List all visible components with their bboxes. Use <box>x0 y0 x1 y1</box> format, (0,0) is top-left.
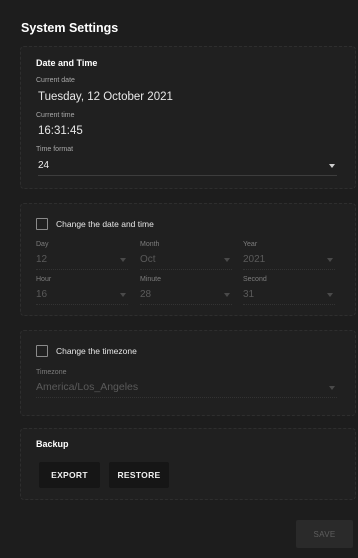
second-select[interactable]: 31 <box>243 286 335 305</box>
restore-button[interactable]: RESTORE <box>109 462 169 488</box>
second-label: Second <box>243 276 267 283</box>
checkbox-unchecked-icon[interactable] <box>36 218 48 230</box>
year-value: 2021 <box>243 254 266 265</box>
current-date-label: Current date <box>36 77 75 84</box>
caret-down-icon <box>120 293 126 297</box>
caret-down-icon <box>120 258 126 262</box>
second-value: 31 <box>243 289 255 300</box>
change-date-checkbox-label: Change the date and time <box>56 219 154 229</box>
hour-label: Hour <box>36 276 52 283</box>
time-format-select[interactable]: 24 <box>38 157 337 176</box>
date-time-card: Date and Time Current date Tuesday, 12 O… <box>20 46 356 189</box>
change-date-card: Change the date and time Day Month Year … <box>20 203 356 316</box>
hour-value: 16 <box>36 289 48 300</box>
caret-down-icon <box>329 164 335 168</box>
save-button[interactable]: SAVE <box>296 520 353 548</box>
timezone-select[interactable]: America/Los_Angeles <box>36 379 337 398</box>
time-format-label: Time format <box>36 146 74 153</box>
caret-down-icon <box>224 293 230 297</box>
year-label: Year <box>243 241 258 248</box>
time-format-value: 24 <box>38 160 50 171</box>
day-value: 12 <box>36 254 48 265</box>
backup-title: Backup <box>36 439 69 449</box>
checkbox-unchecked-icon[interactable] <box>36 345 48 357</box>
caret-down-icon <box>327 258 333 262</box>
change-date-checkbox-row[interactable]: Change the date and time <box>36 218 154 230</box>
minute-label: Minute <box>140 276 162 283</box>
caret-down-icon <box>329 386 335 390</box>
change-timezone-checkbox-label: Change the timezone <box>56 346 137 356</box>
day-label: Day <box>36 241 49 248</box>
month-label: Month <box>140 241 160 248</box>
day-select[interactable]: 12 <box>36 251 128 270</box>
caret-down-icon <box>224 258 230 262</box>
settings-page: System Settings Date and Time Current da… <box>0 0 358 558</box>
hour-select[interactable]: 16 <box>36 286 128 305</box>
current-time-label: Current time <box>36 112 75 119</box>
caret-down-icon <box>327 293 333 297</box>
backup-card: Backup EXPORT RESTORE <box>20 428 356 500</box>
current-time-value: 16:31:45 <box>38 125 83 137</box>
timezone-value: America/Los_Angeles <box>36 381 139 393</box>
date-time-title: Date and Time <box>36 58 98 68</box>
minute-value: 28 <box>140 289 152 300</box>
month-value: Oct <box>140 254 156 265</box>
page-title: System Settings <box>21 21 119 35</box>
timezone-label: Timezone <box>36 369 67 376</box>
export-button[interactable]: EXPORT <box>39 462 100 488</box>
year-select[interactable]: 2021 <box>243 251 335 270</box>
timezone-card: Change the timezone Timezone America/Los… <box>20 330 356 416</box>
minute-select[interactable]: 28 <box>140 286 232 305</box>
current-date-value: Tuesday, 12 October 2021 <box>38 91 173 103</box>
month-select[interactable]: Oct <box>140 251 232 270</box>
change-timezone-checkbox-row[interactable]: Change the timezone <box>36 345 137 357</box>
